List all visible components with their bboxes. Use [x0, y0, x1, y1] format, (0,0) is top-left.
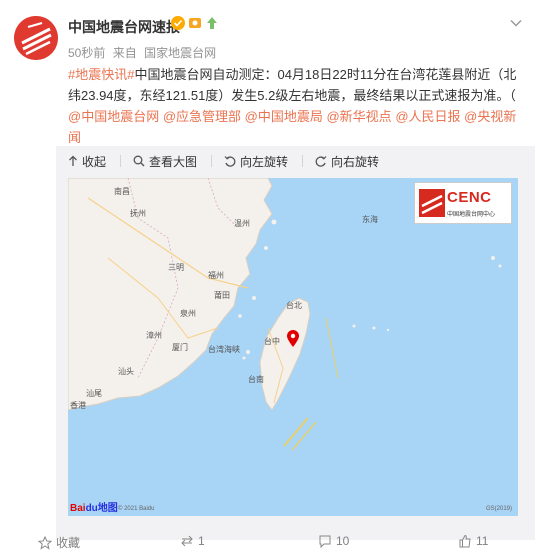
toolbar-divider [302, 155, 304, 167]
map-label: 三明 [168, 263, 184, 272]
map-label: 台南 [248, 375, 264, 384]
hashtag-link[interactable]: #地震快讯# [68, 67, 134, 82]
cenc-subtitle: 中国地震台网中心 [447, 212, 496, 218]
map-label: 莆田 [214, 291, 230, 300]
map-copyright: © 2021 Baidu [118, 506, 155, 512]
chevron-down-icon[interactable] [509, 16, 523, 30]
map-label: 东海 [362, 215, 378, 224]
star-icon [38, 535, 52, 550]
toolbar-divider [211, 155, 213, 167]
comment-icon [319, 535, 331, 548]
image-toolbar: 收起 查看大图 向左旋转 向右旋转 [68, 152, 393, 170]
like-button[interactable]: 11 [458, 534, 488, 548]
epicenter-marker-icon [287, 330, 299, 347]
favorite-button[interactable]: 收藏 [38, 534, 80, 551]
level-icon[interactable] [205, 16, 219, 30]
cenc-emblem-icon [419, 189, 445, 217]
map-label: 汕头 [118, 367, 134, 376]
collapse-button[interactable]: 收起 [68, 153, 106, 170]
map-label: 台北 [286, 301, 302, 310]
verified-icon[interactable] [171, 16, 185, 30]
map-label: 香港 [70, 401, 86, 410]
weibo-post-card: 中国地震台网速报 50秒前 来自 国家地震台网 #地震快讯#中国地震台网自动测定… [0, 0, 547, 550]
post-time[interactable]: 50秒前 [68, 46, 105, 60]
map-label: 漳州 [146, 331, 162, 340]
magnifier-icon [133, 155, 145, 167]
favorite-label: 收藏 [56, 536, 81, 550]
earthquake-map-image[interactable]: 南昌 抚州 温州 三明 福州 莆田 泉州 漳州 厦门 汕头 汕尾 香港 台北 台… [68, 178, 518, 516]
map-label: 台湾海峡 [208, 345, 240, 354]
comment-button[interactable]: 10 [318, 534, 349, 548]
map-label: 台中 [264, 337, 280, 346]
repost-button[interactable]: 1 [180, 534, 205, 548]
mention-link[interactable]: @人民日报 [395, 109, 460, 124]
map-label: 泉州 [180, 309, 196, 318]
post-actions: 收藏 1 10 11 [0, 531, 547, 551]
rotate-left-button[interactable]: 向左旋转 [224, 153, 288, 170]
map-label: 温州 [234, 219, 250, 228]
like-count: 11 [476, 534, 489, 548]
toolbar-divider [120, 155, 122, 167]
view-large-label: 查看大图 [149, 154, 198, 169]
map-label: 汕尾 [86, 389, 102, 398]
account-avatar[interactable] [14, 16, 58, 60]
account-name[interactable]: 中国地震台网速报 [68, 17, 180, 37]
cenc-logo: CENC 中国地震台网中心 [414, 182, 512, 224]
member-icon[interactable] [188, 16, 202, 30]
arrow-up-icon [69, 155, 77, 166]
map-label: 南昌 [114, 187, 130, 196]
repost-icon [181, 535, 193, 547]
thumbs-up-icon [459, 534, 471, 548]
map-label: 厦门 [172, 343, 188, 352]
baidu-map-logo: Baidu地图 [70, 503, 118, 514]
cenc-title: CENC [447, 189, 492, 206]
map-label: 抚州 [130, 209, 146, 218]
rotate-left-label: 向左旋转 [240, 154, 289, 169]
mention-link[interactable]: @应急管理部 [163, 109, 241, 124]
post-body: 中国地震台网自动测定：04月18日22时11分在台湾花莲县附近（北纬23.94度… [68, 67, 517, 103]
rotate-left-icon [224, 156, 236, 167]
rotate-right-button[interactable]: 向右旋转 [315, 153, 379, 170]
rotate-right-label: 向右旋转 [331, 154, 380, 169]
mention-link[interactable]: @中国地震局 [245, 109, 323, 124]
view-large-button[interactable]: 查看大图 [133, 153, 197, 170]
map-label: 福州 [208, 271, 224, 280]
comment-count: 10 [336, 534, 350, 548]
mention-link[interactable]: @新华视点 [326, 109, 391, 124]
collapse-label: 收起 [82, 154, 107, 169]
post-meta: 50秒前 来自 国家地震台网 [68, 44, 220, 61]
mention-link[interactable]: @中国地震台网 [68, 109, 159, 124]
account-badges [171, 16, 219, 30]
repost-count: 1 [198, 534, 205, 548]
rotate-right-icon [315, 156, 327, 167]
source-prefix: 来自 [112, 46, 137, 60]
post-source[interactable]: 国家地震台网 [144, 46, 216, 60]
map-gs-number: GS(2019) [485, 506, 512, 512]
